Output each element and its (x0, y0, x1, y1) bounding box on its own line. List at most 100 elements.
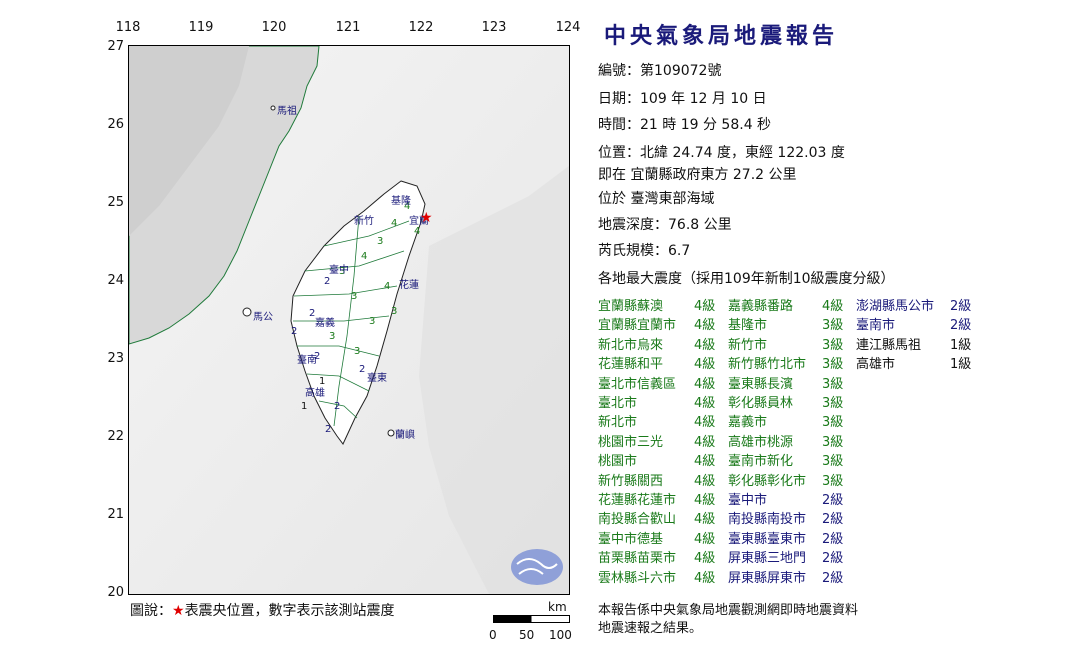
intensity-place: 屏東縣三地門 (728, 551, 807, 567)
station-intensity: 3 (329, 331, 336, 342)
intensity-place: 新北市烏來 (598, 337, 664, 353)
intensity-place: 臺東縣臺東市 (728, 531, 807, 547)
intensity-place: 屏東縣屏東市 (728, 570, 807, 586)
magnitude-value: 6.7 (668, 243, 691, 259)
intensity-level: 3級 (822, 454, 844, 470)
intensity-place: 宜蘭縣宜蘭市 (598, 318, 677, 334)
legend-prefix: 圖說： (130, 603, 172, 619)
intensity-place: 新北市 (598, 415, 638, 431)
depth-value: 76.8 公里 (668, 217, 732, 233)
lon-tick-119: 119 (188, 20, 214, 35)
intensity-level: 3級 (822, 434, 844, 450)
lat-tick-24: 24 (107, 273, 124, 288)
intensity-level: 3級 (822, 376, 844, 392)
station-intensity: 3 (377, 236, 384, 247)
lat-tick-22: 22 (107, 429, 124, 444)
intensity-place: 臺南市 (856, 318, 896, 334)
intensity-level: 4級 (694, 493, 716, 508)
date-label: 日期： (598, 91, 640, 107)
map-label-kaohsiung: 高雄 (305, 388, 325, 399)
intensity-level: 4級 (694, 415, 716, 431)
report-title: 中央氣象局地震報告 (604, 24, 839, 49)
intensity-place: 南投縣合歡山 (598, 512, 677, 528)
intensity-place: 臺南市新化 (728, 454, 794, 470)
intensity-place: 花蓮縣花蓮市 (598, 493, 677, 508)
intensity-level: 2級 (822, 570, 844, 586)
note-line-2: 地震速報之結果。 (598, 621, 703, 636)
intensity-place: 桃園市三光 (598, 434, 664, 450)
station-intensity: 2 (334, 401, 341, 412)
info-number: 編號：第109072號 (598, 60, 721, 80)
station-intensity: 4 (384, 281, 391, 292)
station-intensity: 2 (359, 364, 366, 375)
station-intensity: 4 (414, 226, 421, 237)
map-label-taichung: 臺中 (329, 265, 349, 276)
lon-tick-121: 121 (335, 20, 361, 35)
intensity-level: 2級 (822, 493, 844, 508)
info-depth: 地震深度：76.8 公里 (598, 214, 732, 234)
lon-tick-123: 123 (481, 20, 507, 35)
intensity-place: 彰化縣彰化市 (728, 473, 807, 489)
intensity-level: 3級 (822, 396, 844, 411)
intensity-header: 各地最大震度（採用109年新制10級震度分級） (598, 271, 895, 287)
info-magnitude: 芮氏規模：6.7 (598, 240, 690, 260)
station-intensity: 3 (369, 316, 376, 327)
legend-text: 表震央位置，數字表示該測站震度 (184, 603, 395, 619)
intensity-level: 2級 (822, 531, 844, 547)
intensity-place: 臺北市 (598, 396, 638, 411)
map-label-matsu: 馬祖 (277, 106, 297, 117)
intensity-table: 宜蘭縣蘇澳 4級 宜蘭縣宜蘭市 4級 新北市烏來 4級 花蓮縣和平 4級 臺北市信義區 4級 臺北市… (598, 295, 1018, 586)
intensity-place: 彰化縣員林 (728, 396, 794, 411)
map-label-chiayi: 嘉義 (315, 318, 335, 329)
intensity-level: 3級 (822, 473, 844, 489)
intensity-level: 4級 (694, 570, 716, 586)
intensity-place: 澎湖縣馬公市 (856, 299, 935, 314)
station-intensity: 2 (325, 424, 332, 435)
map-label-tainan: 臺南 (297, 355, 317, 366)
station-intensity: 3 (391, 306, 398, 317)
scale-label-0: 0 (489, 628, 497, 642)
map-label-keelung: 基隆 (391, 196, 411, 207)
intensity-level: 2級 (822, 551, 844, 567)
lat-tick-21: 21 (107, 507, 124, 522)
magnitude-label: 芮氏規模： (598, 243, 668, 259)
intensity-level: 4級 (694, 434, 716, 450)
info-date: 日期：109 年 12 月 10 日 (598, 88, 767, 108)
legend-star-icon: ★ (172, 603, 185, 619)
station-intensity: 4 (391, 218, 398, 229)
intensity-level: 4級 (694, 473, 716, 489)
intensity-level: 4級 (694, 376, 716, 392)
info-relative: 即在 宜蘭縣政府東方 27.2 公里 (598, 167, 797, 183)
intensity-level: 4級 (694, 512, 716, 528)
intensity-place: 基隆市 (728, 318, 768, 334)
intensity-place: 連江縣馬祖 (856, 337, 922, 353)
intensity-level: 3級 (822, 337, 844, 353)
lat-tick-25: 25 (107, 195, 124, 210)
intensity-place: 苗栗縣苗栗市 (598, 551, 677, 567)
info-region: 位於 臺灣東部海域 (598, 191, 715, 207)
map-legend: 圖說：★表震央位置，數字表示該測站震度 (130, 600, 395, 620)
map-label-lanyu: 蘭嶼 (395, 430, 415, 441)
intensity-level: 4級 (694, 531, 716, 547)
scale-label-50: 50 (519, 628, 535, 642)
intensity-level: 1級 (950, 337, 972, 353)
relief-map (129, 46, 569, 594)
intensity-level: 4級 (694, 357, 716, 373)
lon-tick-124: 124 (555, 20, 581, 35)
intensity-place: 新竹市 (728, 337, 768, 353)
intensity-place: 高雄市 (856, 357, 896, 373)
map-label-hualien: 花蓮 (399, 280, 419, 291)
lat-tick-20: 20 (107, 585, 124, 600)
intensity-place: 臺東縣長濱 (728, 376, 794, 392)
intensity-place: 臺北市信義區 (598, 376, 677, 392)
cwb-logo-icon (511, 549, 563, 585)
intensity-place: 臺中市 (728, 493, 768, 508)
intensity-place: 雲林縣斗六市 (598, 570, 677, 586)
scale-unit: km (548, 600, 567, 614)
intensity-level: 3級 (822, 357, 844, 373)
station-intensity: 2 (291, 326, 298, 337)
intensity-level: 2級 (950, 299, 972, 314)
intensity-place: 高雄市桃源 (728, 434, 794, 450)
info-time: 時間：21 時 19 分 58.4 秒 (598, 114, 771, 134)
map-label-penghu: 馬公 (253, 312, 273, 323)
